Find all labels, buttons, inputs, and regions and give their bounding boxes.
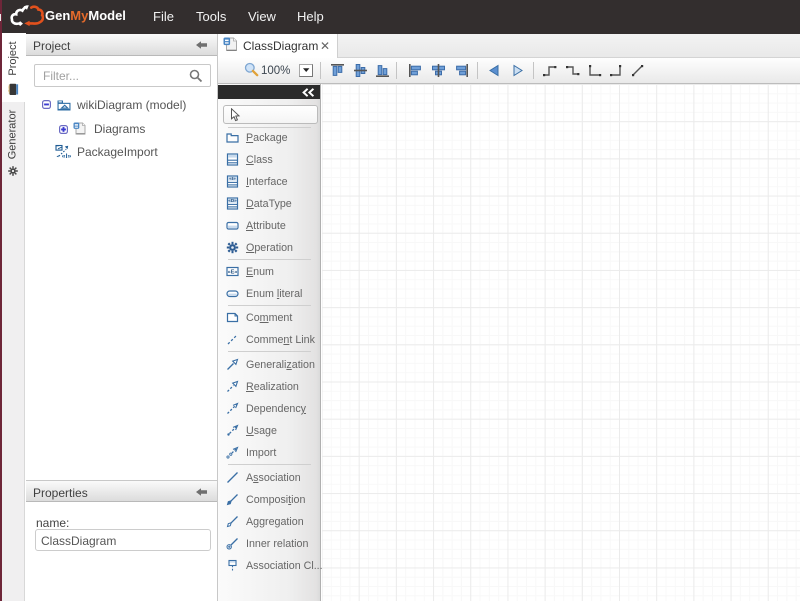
svg-text:«D»: «D» bbox=[228, 198, 237, 203]
svg-text:«E»: «E» bbox=[228, 269, 238, 275]
svg-text:«I»: «I» bbox=[229, 176, 236, 181]
svg-text:«I»: «I» bbox=[62, 153, 72, 160]
